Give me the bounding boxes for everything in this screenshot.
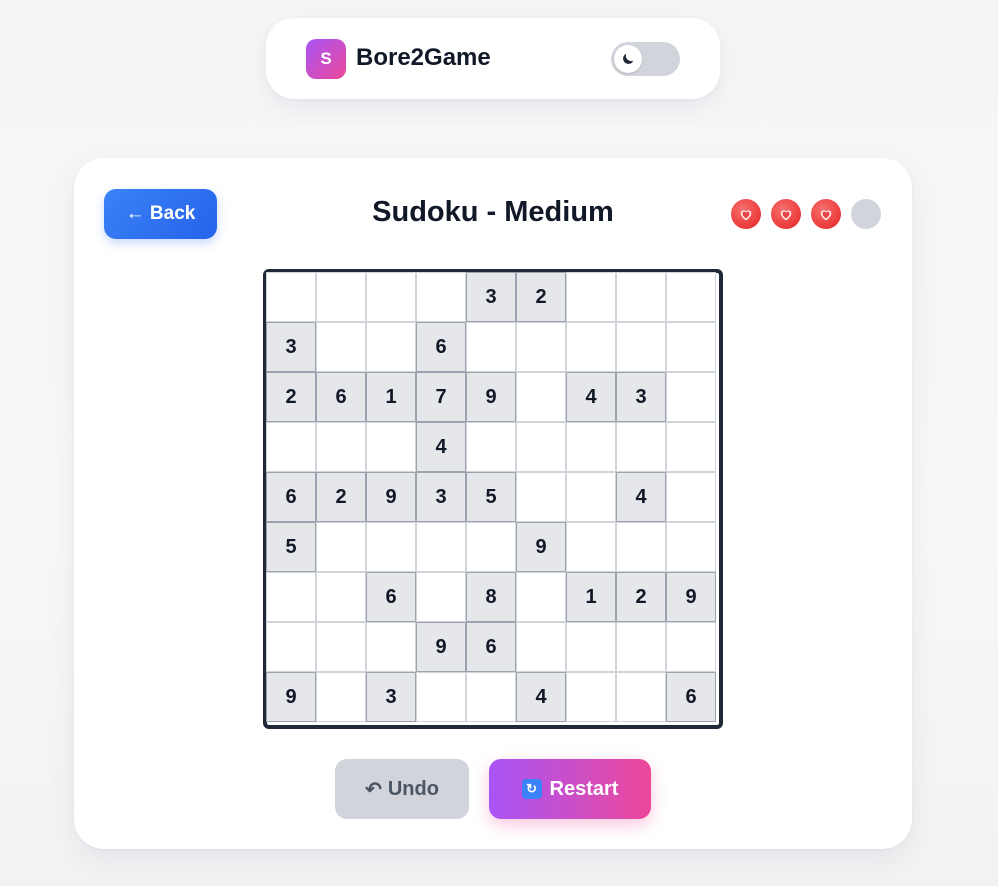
sudoku-cell-r3c9[interactable] [666,372,716,422]
sudoku-cell-r9c4[interactable] [416,672,466,722]
sudoku-cell-r1c9[interactable] [666,272,716,322]
sudoku-cell-r7c3[interactable]: 6 [366,572,416,622]
sudoku-cell-r6c9[interactable] [666,522,716,572]
sudoku-cell-r9c9[interactable]: 6 [666,672,716,722]
sudoku-cell-r5c7[interactable] [566,472,616,522]
sudoku-cell-r6c8[interactable] [616,522,666,572]
sudoku-cell-r7c5[interactable]: 8 [466,572,516,622]
lives-indicator [731,199,881,229]
sudoku-cell-r8c2[interactable] [316,622,366,672]
sudoku-cell-r9c8[interactable] [616,672,666,722]
sudoku-cell-r1c2[interactable] [316,272,366,322]
sudoku-cell-r7c1[interactable] [266,572,316,622]
sudoku-cell-r6c3[interactable] [366,522,416,572]
sudoku-cell-r7c6[interactable] [516,572,566,622]
sudoku-cell-r4c2[interactable] [316,422,366,472]
sudoku-cell-r2c2[interactable] [316,322,366,372]
sudoku-cell-r9c1[interactable]: 9 [266,672,316,722]
heart-icon [811,199,841,229]
sudoku-cell-r5c3[interactable]: 9 [366,472,416,522]
sudoku-cell-r7c7[interactable]: 1 [566,572,616,622]
restart-icon: ↻ [521,779,542,799]
sudoku-cell-r7c8[interactable]: 2 [616,572,666,622]
sudoku-cell-r6c5[interactable] [466,522,516,572]
sudoku-cell-r3c2[interactable]: 6 [316,372,366,422]
sudoku-cell-r5c9[interactable] [666,472,716,522]
theme-toggle[interactable] [611,42,680,76]
sudoku-cell-r3c3[interactable]: 1 [366,372,416,422]
sudoku-cell-r2c7[interactable] [566,322,616,372]
sudoku-cell-r4c1[interactable] [266,422,316,472]
undo-icon: ↶ [365,778,382,801]
sudoku-cell-r2c6[interactable] [516,322,566,372]
sudoku-cell-r6c1[interactable]: 5 [266,522,316,572]
sudoku-cell-r2c4[interactable]: 6 [416,322,466,372]
sudoku-cell-r4c9[interactable] [666,422,716,472]
sudoku-cell-r1c6[interactable]: 2 [516,272,566,322]
brand-name[interactable]: Bore2Game [356,44,491,72]
sudoku-cell-r6c2[interactable] [316,522,366,572]
sudoku-cell-r2c5[interactable] [466,322,516,372]
sudoku-cell-r2c1[interactable]: 3 [266,322,316,372]
sudoku-cell-r5c8[interactable]: 4 [616,472,666,522]
sudoku-cell-r2c9[interactable] [666,322,716,372]
moon-icon [614,45,642,73]
undo-label: Undo [387,777,439,800]
sudoku-cell-r3c7[interactable]: 4 [566,372,616,422]
sudoku-cell-r5c6[interactable] [516,472,566,522]
sudoku-cell-r3c6[interactable] [516,372,566,422]
restart-label: Restart [549,777,619,800]
sudoku-cell-r6c7[interactable] [566,522,616,572]
sudoku-cell-r9c3[interactable]: 3 [366,672,416,722]
sudoku-cell-r5c2[interactable]: 2 [316,472,366,522]
sudoku-cell-r9c2[interactable] [316,672,366,722]
restart-button[interactable]: ↻ Restart [489,759,651,819]
sudoku-cell-r8c4[interactable]: 9 [416,622,466,672]
sudoku-cell-r7c4[interactable] [416,572,466,622]
sudoku-cell-r6c4[interactable] [416,522,466,572]
sudoku-cell-r1c7[interactable] [566,272,616,322]
heart-icon [771,199,801,229]
sudoku-cell-r3c5[interactable]: 9 [466,372,516,422]
sudoku-cell-r4c4[interactable]: 4 [416,422,466,472]
sudoku-cell-r8c6[interactable] [516,622,566,672]
sudoku-cell-r8c9[interactable] [666,622,716,672]
sudoku-cell-r1c8[interactable] [616,272,666,322]
sudoku-cell-r4c7[interactable] [566,422,616,472]
sudoku-cell-r4c3[interactable] [366,422,416,472]
sudoku-cell-r5c1[interactable]: 6 [266,472,316,522]
sudoku-board: 3236261794346293545968129969346 [263,269,723,729]
game-card: ← Back Sudoku - Medium 32362617943462935… [74,158,912,849]
sudoku-cell-r8c3[interactable] [366,622,416,672]
undo-button[interactable]: ↶ Undo [335,759,469,819]
sudoku-cell-r7c9[interactable]: 9 [666,572,716,622]
sudoku-cell-r9c6[interactable]: 4 [516,672,566,722]
sudoku-cell-r8c5[interactable]: 6 [466,622,516,672]
sudoku-cell-r9c7[interactable] [566,672,616,722]
sudoku-cell-r3c1[interactable]: 2 [266,372,316,422]
sudoku-cell-r1c4[interactable] [416,272,466,322]
sudoku-cell-r1c5[interactable]: 3 [466,272,516,322]
sudoku-cell-r5c5[interactable]: 5 [466,472,516,522]
sudoku-cell-r3c8[interactable]: 3 [616,372,666,422]
sudoku-cell-r5c4[interactable]: 3 [416,472,466,522]
sudoku-cell-r8c1[interactable] [266,622,316,672]
sudoku-cell-r2c8[interactable] [616,322,666,372]
sudoku-cell-r3c4[interactable]: 7 [416,372,466,422]
sudoku-cell-r8c7[interactable] [566,622,616,672]
brand-logo-icon[interactable]: S [306,39,346,79]
sudoku-cell-r4c5[interactable] [466,422,516,472]
sudoku-cell-r1c1[interactable] [266,272,316,322]
heart-lost-icon [851,199,881,229]
sudoku-cell-r4c8[interactable] [616,422,666,472]
sudoku-cell-r6c6[interactable]: 9 [516,522,566,572]
sudoku-cell-r2c3[interactable] [366,322,416,372]
heart-icon [731,199,761,229]
sudoku-cell-r8c8[interactable] [616,622,666,672]
sudoku-cell-r1c3[interactable] [366,272,416,322]
top-navbar: S Bore2Game [266,18,720,99]
sudoku-cell-r9c5[interactable] [466,672,516,722]
sudoku-cell-r4c6[interactable] [516,422,566,472]
sudoku-cell-r7c2[interactable] [316,572,366,622]
